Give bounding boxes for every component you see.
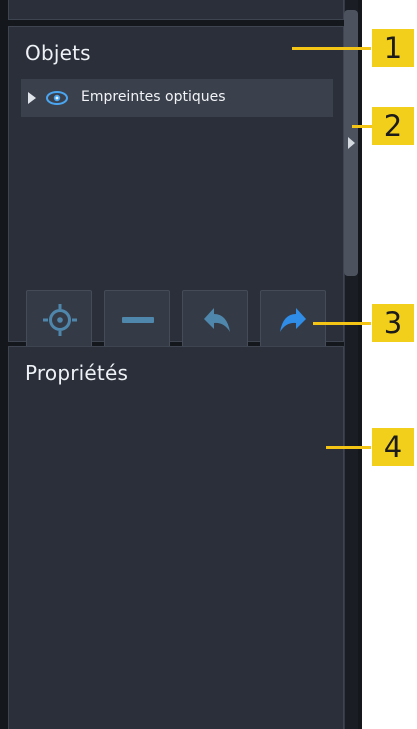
properties-panel-title: Propriétés [25,361,129,385]
tree-item-empreintes-optiques[interactable]: Empreintes optiques [21,79,333,117]
callout-line-3 [313,322,371,325]
minus-icon [122,317,154,323]
properties-panel: Propriétés [8,346,344,729]
crosshair-button[interactable] [26,290,92,348]
triangle-right-icon[interactable] [348,137,355,149]
undo-button[interactable] [182,290,248,348]
callout-badge-3: 3 [372,304,414,342]
eye-icon[interactable] [45,89,69,107]
callout-line-1 [292,47,371,50]
tree-item-label: Empreintes optiques [81,89,226,105]
callout-badge-1: 1 [372,29,414,67]
remove-button[interactable] [104,290,170,348]
top-panel-strip [8,0,344,20]
redo-arrow-icon [280,308,306,332]
objects-panel-title: Objets [25,41,91,65]
triangle-right-icon[interactable] [28,92,36,104]
callout-line-4 [326,446,371,449]
objects-sidebar: Objets Empreintes optiques Propriétés [0,0,362,729]
screenshot-root: Objets Empreintes optiques Propriétés 1 … [0,0,417,729]
redo-button[interactable] [260,290,326,348]
callout-line-2 [352,125,372,128]
undo-arrow-icon [204,308,230,332]
crosshair-target-icon [43,304,77,336]
callout-badge-4: 4 [372,428,414,466]
callout-badge-2: 2 [372,107,414,145]
